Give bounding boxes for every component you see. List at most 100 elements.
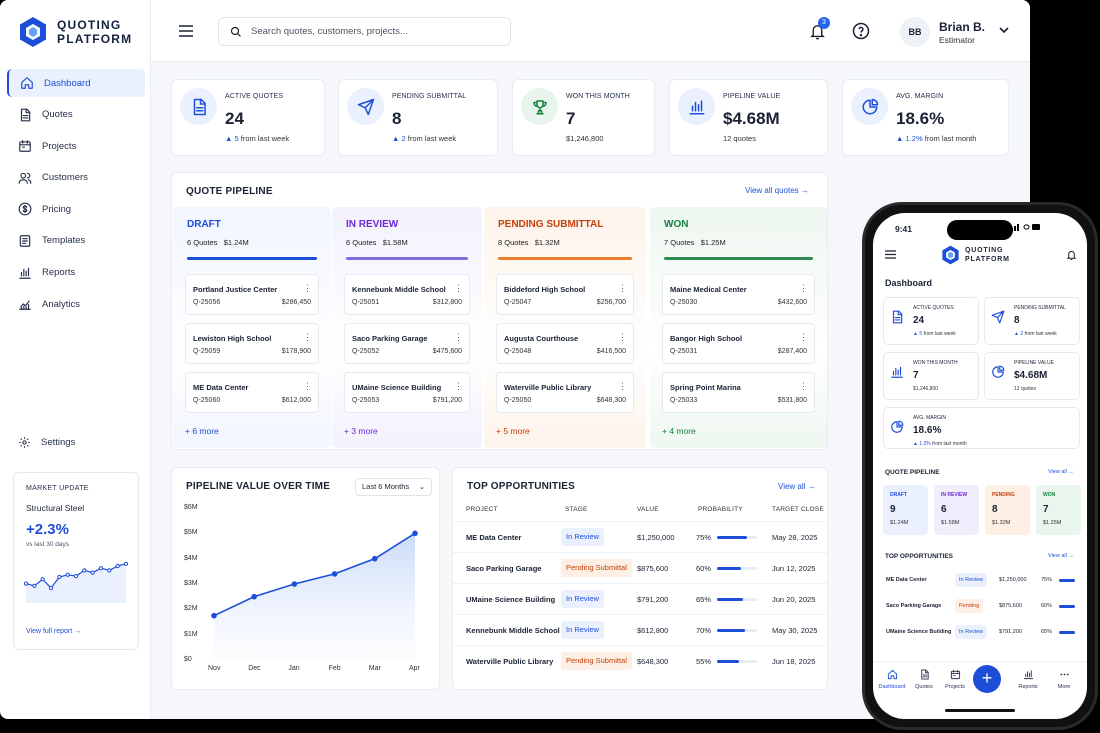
show-more-link[interactable]: + 3 more [344, 426, 378, 436]
stat-value: 24 [225, 109, 244, 128]
mobile-menu-icon[interactable] [885, 250, 896, 259]
quote-card[interactable]: Bangor High School Q-25031 $287,400 ⋮ [662, 323, 815, 364]
opportunities-view-all-link[interactable]: View all → [778, 482, 816, 491]
mobile-tab-projects[interactable]: Projects [940, 669, 970, 690]
mobile-pipeline-card[interactable]: PENDING 8 $1.32M [985, 485, 1030, 535]
mobile-pipeline-card[interactable]: WON 7 $1.25M [1036, 485, 1081, 535]
mobile-stat-card[interactable]: AVG. MARGIN 18.6% ▲ 1.2% from last month [883, 407, 1080, 449]
mobile-stat-title: WON THIS MONTH [913, 360, 958, 366]
view-full-report-link[interactable]: View full report → [26, 628, 81, 635]
mobile-tab-reports[interactable]: Reports [1013, 669, 1043, 690]
quote-card[interactable]: Waterville Public Library Q-25050 $648,300… [496, 372, 634, 413]
sidebar-item-analytics[interactable]: Analytics [7, 290, 145, 318]
brand-line-2: PLATFORM [57, 32, 133, 46]
sidebar-item-customers[interactable]: Customers [7, 164, 145, 192]
quote-card[interactable]: Spring Point Marina Q-25033 $531,800 ⋮ [662, 372, 815, 413]
more-vertical-icon[interactable]: ⋮ [618, 283, 627, 294]
sidebar-item-pricing[interactable]: Pricing [7, 195, 145, 223]
more-vertical-icon[interactable]: ⋮ [303, 381, 312, 392]
quote-card[interactable]: Kennebunk Middle School Q-25051 $312,800 ⋮ [344, 274, 470, 315]
table-row[interactable]: Waterville Public Library Pending Submitt… [453, 645, 829, 676]
show-more-link[interactable]: + 6 more [185, 426, 219, 436]
stat-icon-wrap [180, 88, 217, 125]
more-vertical-icon[interactable]: ⋮ [454, 332, 463, 343]
more-vertical-icon[interactable]: ⋮ [618, 332, 627, 343]
mobile-opp-row[interactable]: Saco Parking Garage Pending $875,600 60% [873, 594, 1087, 620]
mobile-pipeline-count: 6 [941, 504, 947, 515]
mobile-bell-icon[interactable] [1066, 249, 1077, 261]
sidebar-item-reports[interactable]: Reports [7, 259, 145, 287]
stat-card[interactable]: PIPELINE VALUE $4.68M 12 quotes [669, 79, 828, 156]
menu-icon[interactable] [179, 25, 193, 37]
search-input[interactable]: Search quotes, customers, projects... [218, 17, 511, 46]
sparkline-point [82, 568, 87, 573]
mobile-pipeline-card[interactable]: IN REVIEW 6 $1.58M [934, 485, 979, 535]
quote-card[interactable]: Augusta Courthouse Q-25048 $416,500 ⋮ [496, 323, 634, 364]
show-more-link[interactable]: + 5 more [496, 426, 530, 436]
arrow-right-icon: → [1068, 553, 1074, 559]
mobile-opp-link[interactable]: View all → [1048, 553, 1074, 559]
x-tick-label: Mar [368, 665, 381, 672]
sidebar-item-dashboard[interactable]: Dashboard [7, 69, 145, 97]
more-vertical-icon[interactable]: ⋮ [454, 381, 463, 392]
table-row[interactable]: Kennebunk Middle School In Review $612,800… [453, 614, 829, 645]
more-vertical-icon[interactable]: ⋮ [799, 283, 808, 294]
mobile-tab-more[interactable]: More [1049, 669, 1079, 690]
stat-card[interactable]: PENDING SUBMITTAL 8 ▲ 2 from last week [338, 79, 498, 156]
show-more-link[interactable]: + 4 more [662, 426, 696, 436]
sidebar-item-templates[interactable]: Templates [7, 227, 145, 255]
more-vertical-icon[interactable]: ⋮ [454, 283, 463, 294]
avatar[interactable]: BB [900, 17, 930, 47]
column-header: PROJECT [466, 506, 498, 513]
market-sub: vs last 30 days [26, 541, 69, 548]
quote-card[interactable]: Saco Parking Garage Q-25052 $475,600 ⋮ [344, 323, 470, 364]
quote-card[interactable]: UMaine Science Building Q-25053 $791,200 ⋮ [344, 372, 470, 413]
brand-logo[interactable]: QUOTING PLATFORM [18, 16, 132, 48]
mobile-stat-card[interactable]: PENDING SUBMITTAL 8 ▲ 2 from last week [984, 297, 1080, 345]
mobile-pipeline-card[interactable]: DRAFT 9 $1.24M [883, 485, 928, 535]
mobile-opp-probability: 75% [1041, 577, 1053, 583]
stat-card[interactable]: AVG. MARGIN 18.6% ▲ 1.2% from last month [842, 79, 1009, 156]
quote-card[interactable]: Lewiston High School Q-25059 $178,900 ⋮ [185, 323, 319, 364]
mobile-tab-quotes[interactable]: Quotes [909, 669, 939, 690]
mobile-opp-row[interactable]: ME Data Center In Review $1,250,000 75% [873, 568, 1087, 594]
mobile-stat-icon-wrap [890, 420, 904, 439]
dynamic-island [947, 220, 1013, 240]
table-row[interactable]: Saco Parking Garage Pending Submittal $875… [453, 552, 829, 583]
more-vertical-icon[interactable]: ⋮ [303, 332, 312, 343]
table-row[interactable]: ME Data Center In Review $1,250,000 75% May … [453, 521, 829, 552]
probability-bar [717, 629, 757, 632]
mobile-tab-label: Quotes [915, 684, 933, 690]
view-full-report-label: View full report [26, 628, 73, 635]
chevron-down-icon[interactable] [999, 27, 1009, 34]
more-vertical-icon[interactable]: ⋮ [303, 283, 312, 294]
table-row[interactable]: UMaine Science Building In Review $791,200… [453, 583, 829, 614]
opportunities-title: TOP OPPORTUNITIES [467, 481, 576, 492]
stat-card[interactable]: ACTIVE QUOTES 24 ▲ 5 from last week [171, 79, 325, 156]
mobile-stat-card[interactable]: WON THIS MONTH 7 $1,246,800 [883, 352, 979, 400]
mobile-stat-card[interactable]: ACTIVE QUOTES 24 ▲ 5 from last week [883, 297, 979, 345]
sidebar-item-settings[interactable]: Settings [18, 436, 75, 449]
quote-card[interactable]: ME Data Center Q-25060 $612,000 ⋮ [185, 372, 319, 413]
stat-card[interactable]: WON THIS MONTH 7 $1,246,800 [512, 79, 655, 156]
quote-card[interactable]: Portland Justice Center Q-25056 $286,450 ⋮ [185, 274, 319, 315]
mobile-opp-row[interactable]: UMaine Science Building In Review $791,200… [873, 620, 1087, 646]
bar-chart-icon [1023, 670, 1033, 680]
sidebar-item-label: Templates [42, 235, 86, 247]
quote-card[interactable]: Biddeford High School Q-25047 $256,700 ⋮ [496, 274, 634, 315]
help-icon[interactable] [852, 22, 870, 40]
probability-value: 65% [696, 595, 712, 604]
mobile-stat-card[interactable]: PIPELINE VALUE $4.68M 12 quotes [984, 352, 1080, 400]
more-vertical-icon[interactable]: ⋮ [799, 381, 808, 392]
sidebar-item-quotes[interactable]: Quotes [7, 101, 145, 129]
sidebar-item-projects[interactable]: Projects [7, 132, 145, 160]
more-vertical-icon[interactable]: ⋮ [799, 332, 808, 343]
mobile-pipeline-link[interactable]: View all → [1048, 469, 1074, 475]
quote-card[interactable]: Maine Medical Center Q-25030 $432,600 ⋮ [662, 274, 815, 315]
view-all-quotes-link[interactable]: View all quotes → [745, 186, 809, 195]
mobile-tab-dashboard[interactable]: Dashboard [877, 669, 907, 690]
fab-add-button[interactable]: + [973, 665, 1001, 693]
mobile-stat-delta: ▲ 1.2% from last month [913, 441, 967, 447]
more-vertical-icon[interactable]: ⋮ [618, 381, 627, 392]
sidebar-item-label: Quotes [42, 109, 73, 121]
